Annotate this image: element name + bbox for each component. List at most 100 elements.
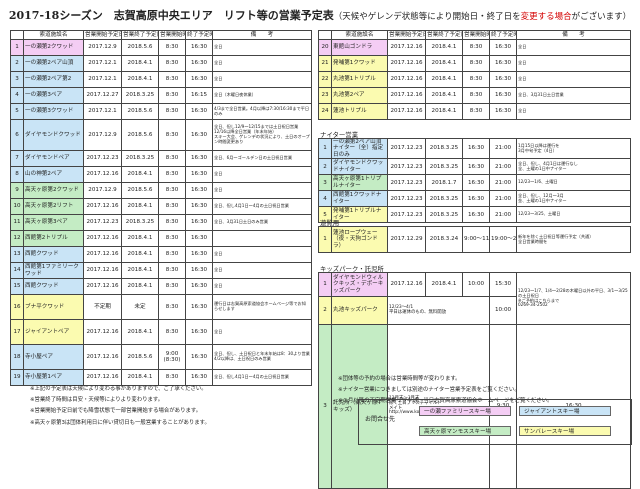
start-date: 2017.12.16 [83, 230, 122, 247]
facility-name: ダイヤモンドペア [23, 150, 84, 167]
open-time: 8:30 [158, 150, 186, 167]
left-schedule-body: 1 一の瀬第2クワッド 2017.12.9 2018.5.6 8:30 16:30 全日 2 一… [10, 39, 312, 386]
facility-name: 西館第1クワッドナイター [331, 190, 388, 208]
facility-name: 蓮池トリプル [331, 103, 388, 120]
remarks: 全日 [516, 103, 631, 120]
remarks: 全日（木曜日夜休業） [212, 87, 312, 104]
table-row: 15 西館クワッド 2017.12.16 2018.4.1 8:30 16:30 全日 [10, 278, 312, 295]
table-row: 16 ブナ平クワッド 不定期 未定 8:30 16:30 運行日は志賀高原索道協会ホームペー… [10, 294, 312, 320]
close-time: 21:00 [489, 137, 517, 160]
open-time: 8:30 [158, 119, 186, 151]
row-number: 19 [10, 369, 24, 386]
close-time: 16:30 [489, 71, 517, 88]
close-time: 16:30 [185, 71, 213, 88]
open-time: 8:30 [158, 246, 186, 263]
close-time: 21:00 [489, 190, 517, 208]
facility-name: 一の瀬第3ペア [23, 87, 84, 104]
facility-name: 一の瀬第2ペア山頂ナイター（全）指定日のみ [331, 137, 388, 160]
start-date: 2017.12.23 [387, 137, 426, 160]
end-date: 2018.3.25 [425, 137, 463, 160]
start-date: 2017.12.23 [387, 206, 426, 224]
facility-name: 高天ヶ原第2クワッド [23, 182, 84, 199]
end-date: 2018.4.1 [121, 55, 159, 72]
row-number: 17 [10, 319, 24, 345]
end-date: 未定 [121, 294, 159, 320]
legend-item: ジャイアントスキー場 [519, 406, 611, 416]
start-date: 2017.12.16 [83, 198, 122, 215]
right-schedule-body: 20 東館山ゴンドラ 2017.12.16 2018.4.1 8:30 16:30 全日 21… [318, 39, 631, 120]
close-time: 16:30 [185, 103, 213, 120]
open-time: 8:30 [158, 103, 186, 120]
note-line: ※団体等の予約の場合は営業時間等が変わります。 [338, 376, 461, 382]
start-date: 2017.12.23 [387, 158, 426, 176]
row-number: 3 [318, 323, 332, 489]
start-date: 2017.12.23 [83, 150, 122, 167]
header-remarks: 備 考 [516, 30, 631, 40]
facility-name: 西館クワッド [23, 246, 84, 263]
header-end: 営業終了予定日 [121, 30, 159, 40]
row-number: 2 [318, 296, 332, 325]
facility-name: 一の瀬第2クワッド [23, 39, 84, 56]
close-time: 16:30 [185, 182, 213, 199]
close-time: 16:30 [185, 166, 213, 183]
start-date: 2017.12.1 [83, 71, 122, 88]
remarks: 全日、但し12/9～12/15までは土日祝日営業 12/16以降全日営業（年末年始… [212, 119, 312, 151]
open-time: 16:30 [462, 158, 490, 176]
end-date: 2018.4.1 [121, 71, 159, 88]
right-header-row: 索道施設名 営業開始予定日 営業終了予定日 営業開始時間 終了予定時間 備 考 [318, 30, 631, 40]
close-time: 21:00 [489, 174, 517, 192]
legend-item: サンバレースキー場 [519, 426, 611, 436]
start-date: 2017.12.16 [83, 166, 122, 183]
row-number: 12 [10, 230, 24, 247]
table-row: 20 東館山ゴンドラ 2017.12.16 2018.4.1 8:30 16:30 全日 [318, 39, 631, 56]
remarks: 全日、6月～ゴールデン日の土日祝日営業 [212, 150, 312, 167]
open-time: 9:00 (8:30) [158, 344, 186, 370]
header-close: 終了予定時間 [185, 30, 213, 40]
row-number: 1 [318, 226, 332, 253]
close-time: 16:30 [185, 246, 213, 263]
table-row: 1 一の瀬第2クワッド 2017.12.9 2018.5.6 8:30 16:30 全日 [10, 39, 312, 56]
close-time: 16:30 [185, 214, 213, 231]
note-line: ※高天ヶ原第3は団体利用日に伴い貸切日も一般営業することがあります。 [30, 419, 210, 426]
open-time: 8:30 [462, 71, 490, 88]
table-row: 21 発哺第1クワッド 2017.12.16 2018.4.1 8:30 16:30 全日 [318, 55, 631, 72]
legend-item: 一の瀬ファミリースキー場 [419, 406, 511, 416]
facility-name: 高天ヶ原第2リフト [23, 198, 84, 215]
row-number: 4 [318, 190, 332, 208]
remarks: 12/23～3/25、土曜日 [516, 206, 631, 224]
table-row: 4 西館第1クワッドナイター 2017.12.23 2018.3.25 16:30 21:… [318, 190, 631, 208]
close-time: 16:30 [185, 344, 213, 370]
legend-item: 高天ヶ原マンモススキー場 [419, 426, 511, 436]
end-date: 2018.4.1 [121, 319, 159, 345]
row-number: 2 [318, 158, 332, 176]
facility-name: ジャイアントペア [23, 319, 84, 345]
header-open: 営業開始時間 [462, 30, 490, 40]
left-header-row: 索道施設名 営業開始予定日 営業終了予定日 営業開始時間 終了予定時間 備 考 [10, 30, 312, 40]
close-time: 16:30 [185, 39, 213, 56]
header-start: 営業開始予定日 [83, 30, 122, 40]
kids-info-1: 12/23～1/7、1/4～2/28の木曜日以外の平日、3/1～3/25の土日祝… [516, 272, 631, 325]
start-date: 2017.12.16 [387, 87, 426, 104]
header-open: 営業開始時間 [158, 30, 186, 40]
row-number: 15 [10, 278, 24, 295]
row-number: 8 [10, 166, 24, 183]
row-number: 9 [10, 182, 24, 199]
remarks: 全日 [516, 71, 631, 88]
table-row: 11 高天ヶ原第3ペア 2017.12.23 2018.3.25 8:30 16:30 全日… [10, 214, 312, 231]
end-date: 2018.3.25 [425, 158, 463, 176]
remarks: 全日 [516, 39, 631, 56]
remarks: 4/3まで全日営業。4月以降は7:30/16:30まで平日のみ [212, 103, 312, 120]
row-number: 3 [318, 174, 332, 192]
open-time: 8:30 [462, 55, 490, 72]
row-number: 18 [10, 344, 24, 370]
facility-name: ダイヤモンドウィルクキッズ・デポーキッズパーク [331, 272, 388, 297]
facility-name: ブナ平クワッド [23, 294, 84, 320]
start-date: 2017.12.16 [387, 272, 426, 297]
start-date: 2017.12.9 [83, 182, 122, 199]
row-number: 23 [318, 87, 332, 104]
open-time: 8:30 [158, 39, 186, 56]
end-date: 2018.5.6 [121, 182, 159, 199]
row-number: 1 [318, 272, 332, 297]
row-number: 7 [10, 150, 24, 167]
title-sub-red: 変更する場合 [520, 12, 572, 22]
